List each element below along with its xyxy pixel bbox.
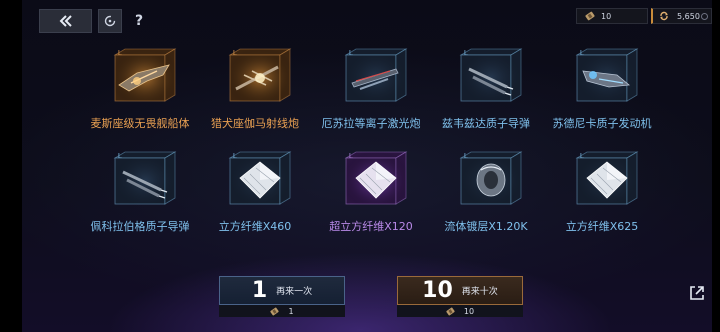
right-edge <box>712 0 720 332</box>
ticket-icon <box>446 307 455 315</box>
svg-text:L: L <box>349 153 353 160</box>
coin-count: 5,650 <box>677 11 700 21</box>
svg-text:L: L <box>233 50 237 57</box>
back-button[interactable] <box>39 9 92 33</box>
cube-fiber-icon: L <box>222 148 294 210</box>
proton-engine-icon: L <box>569 45 641 107</box>
reward-item-name: 立方纤维X625 <box>565 220 639 233</box>
hyper-cube-fiber-icon: L <box>338 148 410 210</box>
cube-fiber-icon: L <box>569 148 641 210</box>
pull-once-face: 1 再来一次 <box>219 276 345 305</box>
refresh-icon <box>104 15 116 27</box>
svg-text:L: L <box>464 50 468 57</box>
share-icon[interactable] <box>688 284 706 302</box>
ship-hull-icon: L <box>107 45 179 107</box>
reward-item[interactable]: L 猎犬座伽马射线炮 <box>200 45 310 149</box>
svg-text:L: L <box>118 153 122 160</box>
svg-text:L: L <box>118 50 122 57</box>
gamma-cannon-icon: L <box>222 45 294 107</box>
plasma-laser-icon: L <box>338 45 410 107</box>
svg-text:L: L <box>349 50 353 57</box>
proton-missile-icon: L <box>107 148 179 210</box>
pull-ten-label: 再来十次 <box>461 287 498 297</box>
svg-text:L: L <box>233 153 237 160</box>
proton-missile-icon: L <box>453 45 525 107</box>
gacha-result-screen: ? 10 5,650 L 麦斯座级无畏舰船体 L 猎犬座伽马射线炮 L 厄苏拉等离子激光炮… <box>0 0 720 332</box>
reward-item[interactable]: L 厄苏拉等离子激光炮 <box>316 45 426 149</box>
reward-item[interactable]: L 兹韦兹达质子导弹 <box>431 45 541 149</box>
reward-item[interactable]: L 佩科拉伯格质子导弹 <box>85 148 195 252</box>
coin-cycle-icon <box>660 11 668 21</box>
coin-balance: 5,650 <box>651 8 712 24</box>
help-button[interactable]: ? <box>131 9 147 33</box>
pull-once-label: 再来一次 <box>276 287 313 297</box>
left-edge <box>0 0 22 332</box>
double-chevron-left-icon <box>59 15 72 27</box>
ticket-icon <box>270 307 280 315</box>
pull-ten-cost: 10 <box>397 305 523 317</box>
pull-ten-cost-value: 10 <box>463 306 475 316</box>
ticket-count: 10 <box>601 11 612 21</box>
pull-once-button[interactable]: 1 再来一次 1 <box>219 276 345 317</box>
pull-once-cost: 1 <box>219 305 345 317</box>
reward-item-name: 苏德尼卡质子发动机 <box>552 117 652 130</box>
ticket-balance: 10 <box>576 8 648 24</box>
reward-item[interactable]: L 立方纤维X460 <box>200 148 310 252</box>
reward-item[interactable]: L 超立方纤维X120 <box>316 148 426 252</box>
reward-item[interactable]: L 流体镀层X1.20K <box>431 148 541 252</box>
pull-ten-button[interactable]: 10 再来十次 10 <box>397 276 523 317</box>
pull-once-cost-value: 1 <box>288 306 294 316</box>
svg-text:L: L <box>464 153 468 160</box>
reward-item[interactable]: L 苏德尼卡质子发动机 <box>547 45 657 149</box>
pull-ten-count: 10 <box>422 278 453 303</box>
fluid-coating-icon: L <box>453 148 525 210</box>
svg-text:L: L <box>580 50 584 57</box>
reward-item[interactable]: L 麦斯座级无畏舰船体 <box>85 45 195 149</box>
add-coin-button[interactable] <box>701 12 708 20</box>
pull-ten-face: 10 再来十次 <box>397 276 523 305</box>
pull-once-count: 1 <box>251 278 268 303</box>
svg-text:L: L <box>580 153 584 160</box>
refresh-button[interactable] <box>98 9 122 33</box>
reward-item[interactable]: L 立方纤维X625 <box>547 148 657 252</box>
ticket-icon <box>585 11 595 21</box>
